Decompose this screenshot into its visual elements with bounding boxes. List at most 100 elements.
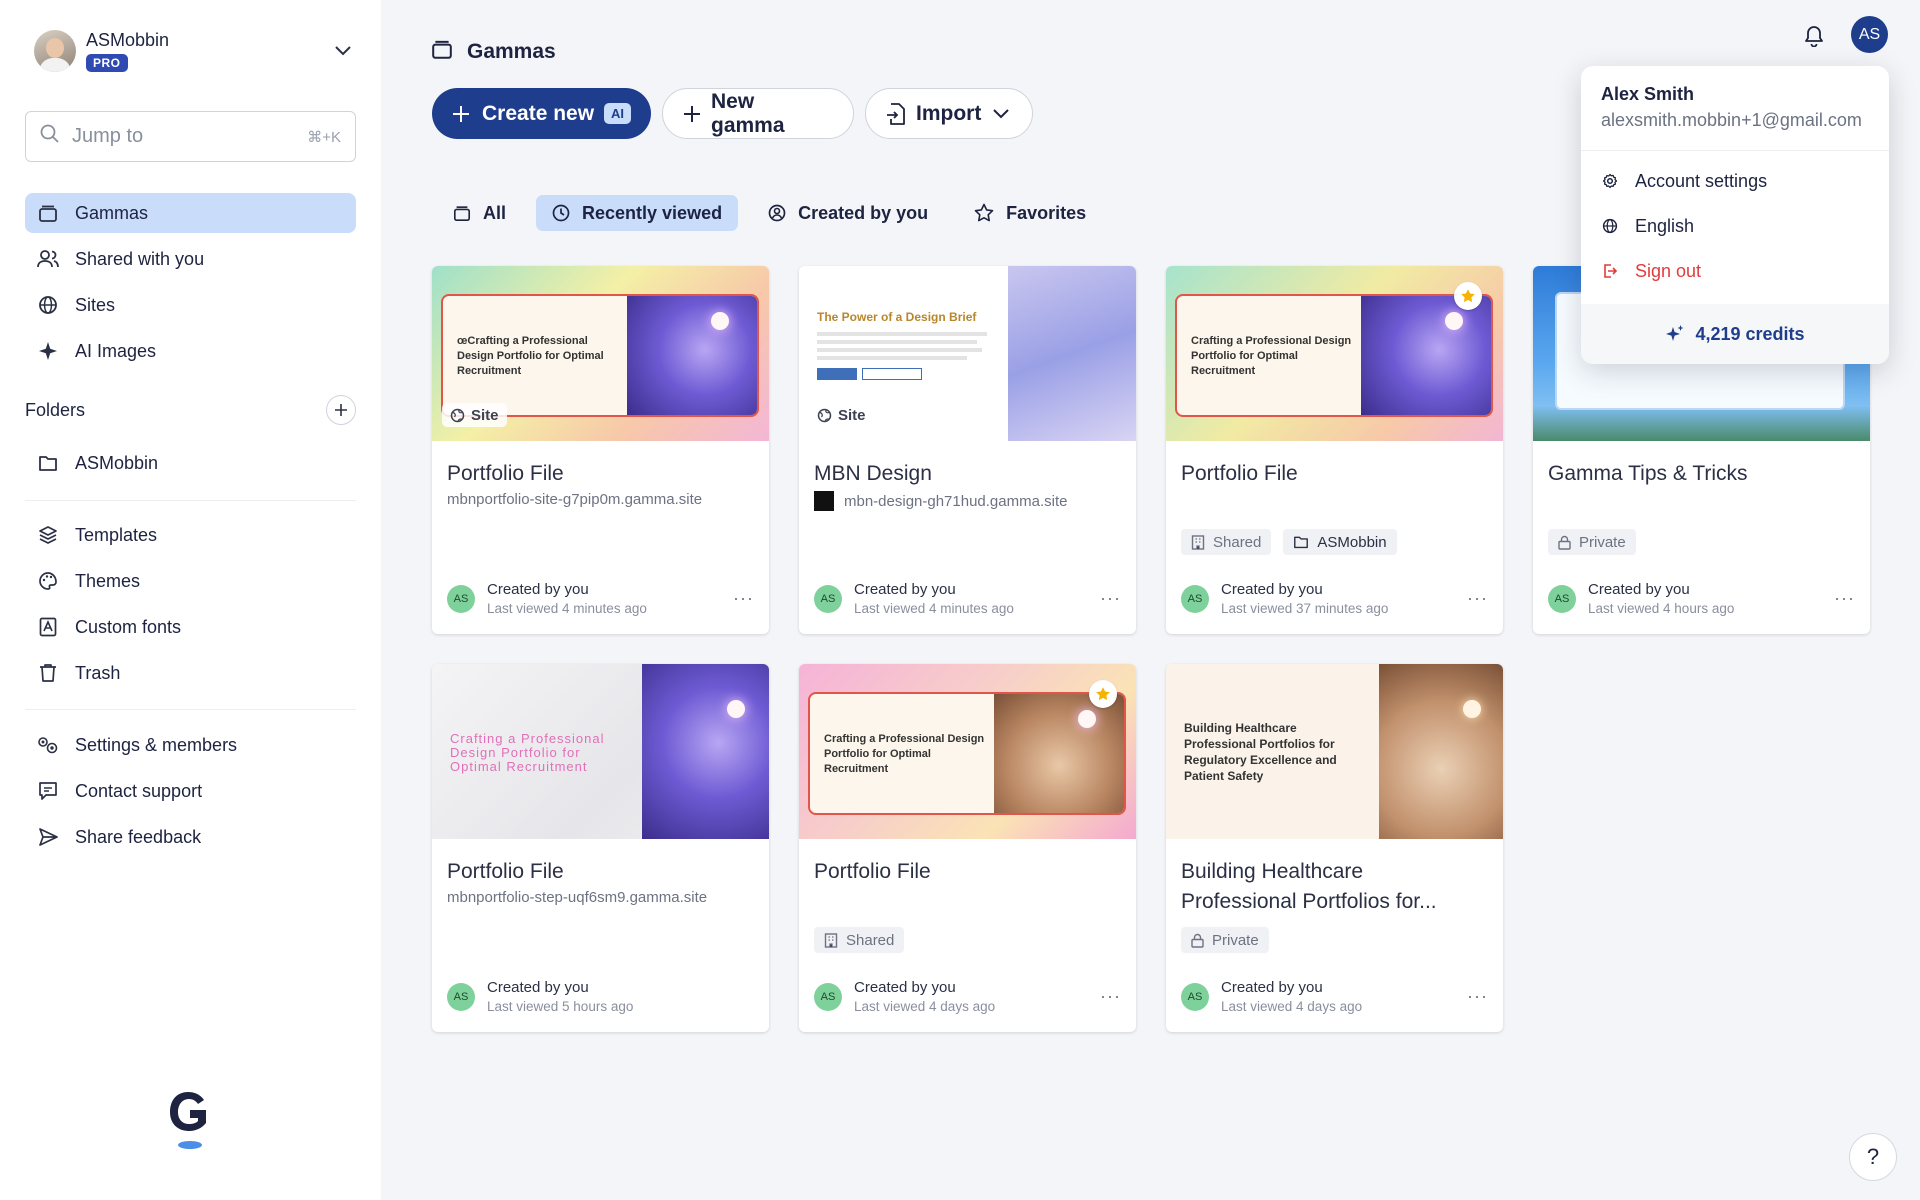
new-gamma-label: New gamma: [711, 89, 785, 137]
favorite-star-icon[interactable]: [1089, 680, 1117, 708]
more-options-icon[interactable]: ···: [1467, 588, 1488, 609]
card-meta: AS Created by you Last viewed 4 days ago …: [814, 979, 1121, 1014]
add-folder-button[interactable]: [326, 395, 356, 425]
stack-icon: [431, 38, 453, 66]
tag-label: Shared: [846, 931, 895, 949]
sidebar-item-shared-with-you[interactable]: Shared with you: [25, 239, 356, 279]
thumbnail-text: Building Healthcare Professional Portfol…: [1184, 721, 1337, 783]
card-creator: Created by you: [487, 979, 589, 996]
sidebar-item-label: Templates: [75, 524, 158, 545]
chevron-down-icon[interactable]: [332, 40, 354, 62]
sidebar-item-share-feedback[interactable]: Share feedback: [25, 817, 356, 857]
globe-icon: [37, 294, 59, 316]
clock-icon: [552, 204, 570, 222]
gamma-card[interactable]: Crafting a Professional Design Portfolio…: [1166, 266, 1503, 634]
ai-badge: AI: [604, 103, 632, 124]
sidebar-item-label: Themes: [75, 570, 141, 591]
tab-label: Recently viewed: [582, 202, 723, 223]
thumbnail-slide: Crafting a Professional Design Portfolio…: [1175, 294, 1493, 417]
tag-label: ASMobbin: [1317, 533, 1387, 551]
new-gamma-button[interactable]: New gamma: [662, 88, 854, 139]
user-avatar-button[interactable]: AS: [1851, 16, 1888, 53]
tab-label: Created by you: [798, 202, 929, 223]
tab-favorites[interactable]: Favorites: [958, 195, 1102, 231]
site-chip-label: Site: [471, 406, 499, 424]
gamma-card[interactable]: Crafting a Professional Design Portfolio…: [432, 664, 769, 1032]
sidebar-item-folder-asmobbin[interactable]: ASMobbin: [25, 443, 356, 483]
sidebar-item-themes[interactable]: Themes: [25, 561, 356, 601]
gamma-card[interactable]: Crafting a Professional Design Portfolio…: [799, 664, 1136, 1032]
sidebar-item-sites[interactable]: Sites: [25, 285, 356, 325]
chevron-down-icon: [993, 108, 1010, 119]
building-icon: [824, 932, 838, 948]
card-title: MBN Design: [814, 462, 932, 485]
gamma-card[interactable]: Building Healthcare Professional Portfol…: [1166, 664, 1503, 1032]
card-meta: AS Created by you Last viewed 37 minutes …: [1181, 581, 1488, 616]
card-tags: Shared ASMobbin: [1181, 529, 1409, 555]
create-new-button[interactable]: Create new AI: [432, 88, 651, 139]
card-last-viewed: Last viewed 4 hours ago: [1588, 601, 1735, 616]
workspace-avatar: [34, 30, 76, 72]
gamma-card[interactable]: œCrafting a Professional Design Portfoli…: [432, 266, 769, 634]
user-email: alexsmith.mobbin+1@gmail.com: [1601, 110, 1862, 130]
more-options-icon[interactable]: ···: [1834, 588, 1855, 609]
sidebar-item-trash[interactable]: Trash: [25, 653, 356, 693]
more-options-icon[interactable]: ···: [1467, 986, 1488, 1007]
sign-out-icon: [1601, 263, 1619, 279]
jump-to-search[interactable]: Jump to ⌘+K: [25, 111, 356, 162]
folder-icon: [1293, 535, 1309, 549]
shared-tag: Shared: [1181, 529, 1272, 555]
sidebar-item-templates[interactable]: Templates: [25, 515, 356, 555]
card-creator: Created by you: [487, 581, 589, 598]
import-button[interactable]: Import: [865, 88, 1033, 139]
tab-created-by-you[interactable]: Created by you: [752, 195, 944, 231]
more-options-icon[interactable]: ···: [1100, 588, 1121, 609]
more-options-icon[interactable]: ···: [1100, 986, 1121, 1007]
stack-icon: [37, 202, 59, 224]
folder-tag[interactable]: ASMobbin: [1283, 529, 1397, 555]
user-circle-icon: [768, 204, 786, 222]
menu-item-account-settings[interactable]: Account settings: [1601, 166, 1767, 196]
sidebar-item-ai-images[interactable]: AI Images: [25, 331, 356, 371]
sidebar-item-label: Share feedback: [75, 826, 202, 847]
sparkle-icon: [37, 340, 59, 362]
thumbnail-art: [627, 296, 757, 415]
card-thumbnail: Crafting a Professional Design Portfolio…: [799, 664, 1136, 839]
site-chip: Site: [442, 403, 507, 427]
notifications-bell-icon[interactable]: [1800, 22, 1828, 50]
avatar: AS: [814, 584, 842, 613]
sidebar-item-contact-support[interactable]: Contact support: [25, 771, 356, 811]
avatar: AS: [447, 584, 475, 613]
credits-button[interactable]: 4,219 credits: [1581, 304, 1889, 364]
menu-item-language[interactable]: English: [1601, 211, 1694, 241]
thumbnail-art: [1008, 266, 1136, 441]
help-button[interactable]: ?: [1849, 1133, 1897, 1181]
gamma-card[interactable]: The Power of a Design Brief Site MBN Des…: [799, 266, 1136, 634]
card-meta: AS Created by you Last viewed 4 hours ago…: [1548, 581, 1855, 616]
more-options-icon[interactable]: ···: [733, 588, 754, 609]
workspace-switcher[interactable]: ASMobbin PRO: [34, 28, 354, 74]
card-url: mbn-design-gh71hud.gamma.site: [844, 492, 1068, 510]
private-tag: Private: [1548, 529, 1636, 555]
thumbnail-text: Crafting a Professional Design Portfolio…: [450, 731, 605, 774]
card-meta: AS Created by you Last viewed 5 hours ago: [447, 979, 754, 1014]
pro-badge: PRO: [86, 54, 128, 72]
card-title: Portfolio File: [447, 462, 564, 485]
card-creator: Created by you: [854, 581, 956, 598]
thumbnail-doc: The Power of a Design Brief: [817, 310, 1007, 380]
sidebar-item-custom-fonts[interactable]: Custom fonts: [25, 607, 356, 647]
card-thumbnail: Building Healthcare Professional Portfol…: [1166, 664, 1503, 839]
sidebar-item-gammas[interactable]: Gammas: [25, 193, 356, 233]
menu-item-sign-out[interactable]: Sign out: [1601, 256, 1701, 286]
tab-recently-viewed[interactable]: Recently viewed: [536, 195, 739, 231]
folders-nav: ASMobbin: [25, 443, 356, 489]
thumbnail-art: [1379, 664, 1503, 839]
sidebar-item-settings-members[interactable]: Settings & members: [25, 725, 356, 765]
card-meta: AS Created by you Last viewed 4 minutes a…: [447, 581, 754, 616]
tab-all[interactable]: All: [437, 195, 522, 231]
favorite-star-icon[interactable]: [1454, 282, 1482, 310]
font-icon: [37, 616, 59, 638]
card-last-viewed: Last viewed 4 days ago: [854, 999, 996, 1014]
sidebar-item-label: Settings & members: [75, 734, 238, 755]
card-title: Building Healthcare Professional Portfol…: [1181, 860, 1437, 913]
